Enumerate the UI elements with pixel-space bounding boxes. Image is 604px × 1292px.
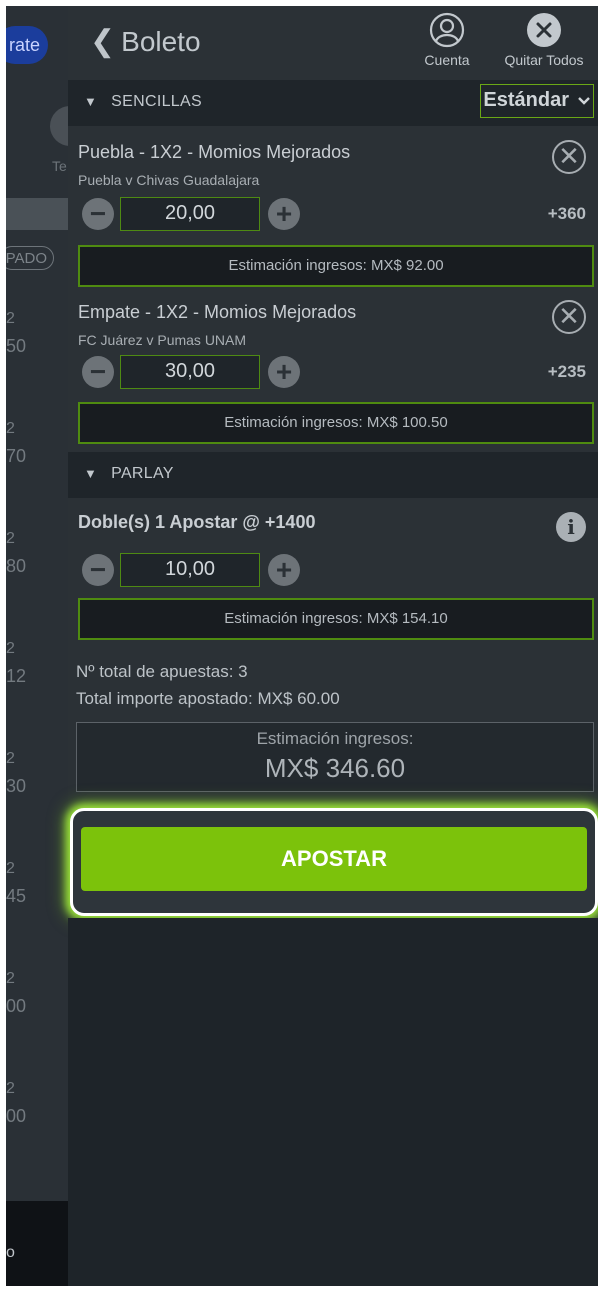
minus-icon: −	[89, 198, 107, 229]
chevron-down-icon: ▼	[84, 466, 98, 481]
submit-highlight: APOSTAR	[70, 808, 598, 916]
bet-odds: +360	[547, 204, 586, 223]
bet-match: Puebla v Chivas Guadalajara	[78, 172, 260, 188]
back-button[interactable]: ❮ Boleto	[90, 24, 201, 59]
increase-stake-button[interactable]: +	[268, 198, 300, 230]
close-icon: ✕	[558, 301, 580, 331]
decrease-stake-button[interactable]: −	[82, 356, 114, 388]
background-odds: 2 30	[6, 750, 27, 796]
background-odds: 2 12	[6, 640, 27, 686]
total-estimate-box: Estimación ingresos: MX$ 346.60	[76, 722, 594, 792]
slip-header: ❮ Boleto Cuenta Quitar Todos	[68, 6, 598, 74]
screen: rate Te PADO 2 50 2 70 2 80 2 12 2 30 2 45 2 00…	[6, 6, 598, 1286]
mode-select-value: Estándar	[483, 89, 570, 111]
background-odds: 2 00	[6, 970, 27, 1016]
remove-bet-button[interactable]: ✕	[552, 300, 586, 334]
bet-odds: +235	[547, 362, 586, 381]
total-estimate-value: MX$ 346.60	[264, 753, 406, 783]
total-bets: Nº total de apuestas: 3	[76, 662, 248, 681]
bet-card: Empate - 1X2 - Momios Mejorados FC Juáre…	[68, 290, 598, 450]
stake-input[interactable]: 30,00	[120, 355, 260, 389]
stake-input[interactable]: 20,00	[120, 197, 260, 231]
background-odds: 2 00	[6, 1080, 27, 1126]
background-odds: 2 45	[6, 860, 27, 906]
minus-icon: −	[89, 554, 107, 585]
singles-section-label: SENCILLAS	[111, 93, 202, 110]
bet-estimate: Estimación ingresos: MX$ 100.50	[78, 402, 594, 444]
slip-title: Boleto	[121, 26, 201, 57]
background-page: rate Te PADO 2 50 2 70 2 80 2 12 2 30 2 45 2 00…	[6, 6, 68, 1286]
stake-input[interactable]: 10,00	[120, 553, 260, 587]
bet-slip-panel: ❮ Boleto Cuenta Quitar Todos ▼ SENCILLAS…	[68, 6, 598, 1286]
background-avatar	[50, 106, 68, 146]
background-bottom-bar	[6, 1201, 68, 1286]
parlay-title: Doble(s) 1 Apostar @ +1400	[78, 512, 316, 532]
chevron-down-icon: ▼	[84, 94, 98, 109]
background-bar	[6, 198, 68, 230]
decrease-stake-button[interactable]: −	[82, 198, 114, 230]
account-button[interactable]: Cuenta	[416, 12, 478, 68]
increase-stake-button[interactable]: +	[268, 356, 300, 388]
chevron-down-icon	[577, 97, 590, 105]
close-icon	[527, 13, 561, 47]
clear-all-button[interactable]: Quitar Todos	[496, 12, 592, 68]
clear-all-label: Quitar Todos	[504, 52, 584, 68]
bet-title: Puebla - 1X2 - Momios Mejorados	[78, 142, 351, 162]
decrease-stake-button[interactable]: −	[82, 554, 114, 586]
bet-title: Empate - 1X2 - Momios Mejorados	[78, 302, 357, 322]
close-icon: ✕	[558, 141, 580, 171]
plus-icon: +	[275, 554, 293, 585]
bet-card: Puebla - 1X2 - Momios Mejorados Puebla v…	[68, 130, 598, 290]
background-odds: 2 70	[6, 420, 27, 466]
user-icon	[429, 12, 465, 48]
plus-icon: +	[275, 356, 293, 387]
parlay-section-header[interactable]: ▼ PARLAY	[68, 452, 598, 498]
increase-stake-button[interactable]: +	[268, 554, 300, 586]
background-tag: PADO	[6, 246, 54, 270]
account-label: Cuenta	[424, 52, 470, 68]
parlay-estimate: Estimación ingresos: MX$ 154.10	[78, 598, 594, 640]
background-label: Te	[52, 158, 67, 174]
parlay-card: Doble(s) 1 Apostar @ +1400 i − 10,00 + E…	[68, 498, 598, 648]
mode-select[interactable]: Estándar	[480, 84, 594, 118]
empty-area	[68, 918, 598, 1286]
chevron-left-icon: ❮	[90, 25, 116, 58]
minus-icon: −	[89, 356, 107, 387]
bet-match: FC Juárez v Pumas UNAM	[78, 332, 247, 348]
remove-bet-button[interactable]: ✕	[552, 140, 586, 174]
parlay-section-label: PARLAY	[111, 465, 174, 482]
background-bottom-label: o	[6, 1244, 15, 1261]
background-odds: 2 50	[6, 310, 27, 356]
bet-estimate: Estimación ingresos: MX$ 92.00	[78, 245, 594, 287]
total-staked: Total importe apostado: MX$ 60.00	[76, 689, 340, 708]
background-pill: rate	[6, 26, 48, 64]
plus-icon: +	[275, 198, 293, 229]
info-icon[interactable]: i	[556, 512, 586, 542]
singles-section-header[interactable]: ▼ SENCILLAS Estándar	[68, 80, 598, 126]
total-estimate-label: Estimación ingresos:	[256, 729, 414, 748]
background-odds: 2 80	[6, 530, 27, 576]
place-bet-button[interactable]: APOSTAR	[81, 827, 587, 891]
